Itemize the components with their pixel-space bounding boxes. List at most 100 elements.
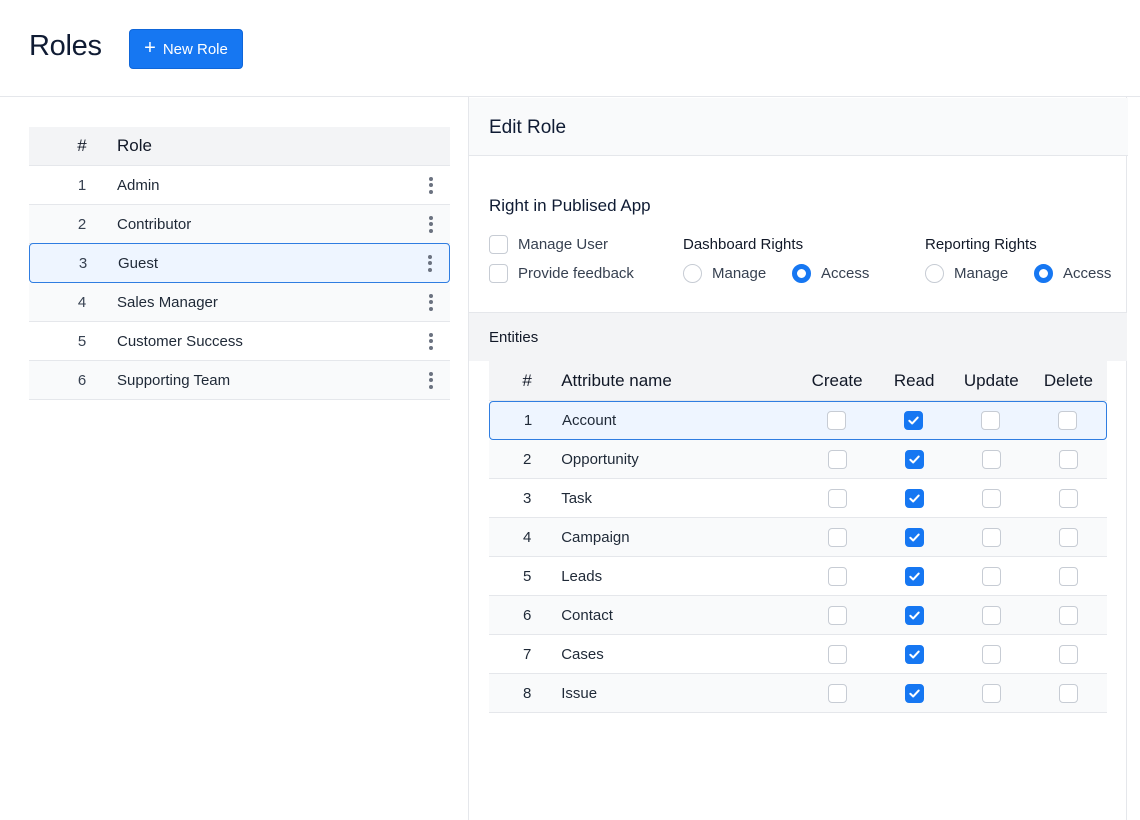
manage-user-label: Manage User <box>518 236 609 253</box>
read-checkbox[interactable] <box>904 527 924 547</box>
column-header-create: Create <box>811 370 863 390</box>
dashboard-access-radio[interactable]: Access <box>792 264 869 283</box>
create-checkbox[interactable] <box>827 411 847 430</box>
reporting-access-label: Access <box>1063 265 1112 282</box>
delete-checkbox[interactable] <box>1058 644 1078 664</box>
entity-row[interactable]: 2 Opportunity <box>489 440 1107 479</box>
entity-row[interactable]: 5 Leads <box>489 557 1107 596</box>
read-checkbox[interactable] <box>904 488 924 508</box>
entity-row[interactable]: 4 Campaign <box>489 518 1107 557</box>
role-row[interactable]: 1 Admin <box>29 166 450 205</box>
entities-table-header: # Attribute name Create Read Update Dele… <box>489 361 1107 401</box>
dashboard-rights-label: Dashboard Rights <box>683 236 804 253</box>
delete-checkbox[interactable] <box>1058 683 1078 703</box>
column-header-number: # <box>77 136 87 155</box>
create-checkbox[interactable] <box>827 644 847 664</box>
delete-checkbox[interactable] <box>1058 488 1078 508</box>
provide-feedback-checkbox[interactable]: Provide feedback <box>489 264 634 283</box>
delete-checkbox[interactable] <box>1058 527 1078 547</box>
new-role-label: New Role <box>162 40 228 58</box>
entity-number: 8 <box>522 684 532 702</box>
entity-number: 6 <box>522 606 532 624</box>
role-name: Supporting Team <box>117 371 231 389</box>
radio-off-icon <box>925 264 944 283</box>
more-options-icon[interactable] <box>421 175 441 195</box>
panel-right-border <box>1126 97 1127 820</box>
entity-number: 2 <box>522 450 532 468</box>
reporting-manage-radio[interactable]: Manage <box>925 264 1008 283</box>
more-options-icon[interactable] <box>421 370 441 390</box>
entity-row[interactable]: 7 Cases <box>489 635 1107 674</box>
role-row[interactable]: 2 Contributor <box>29 205 450 244</box>
update-checkbox[interactable] <box>981 683 1001 703</box>
delete-checkbox[interactable] <box>1058 605 1078 625</box>
entity-number: 3 <box>522 489 532 507</box>
new-role-button[interactable]: + New Role <box>129 29 243 69</box>
update-checkbox[interactable] <box>981 411 1001 430</box>
role-number: 6 <box>77 371 87 389</box>
role-name: Contributor <box>117 215 192 233</box>
entity-number: 1 <box>523 412 533 429</box>
entity-name: Issue <box>561 684 598 702</box>
more-options-icon[interactable] <box>421 214 441 234</box>
more-options-icon[interactable] <box>421 292 441 312</box>
update-checkbox[interactable] <box>981 449 1001 469</box>
role-number: 5 <box>77 332 87 350</box>
delete-checkbox[interactable] <box>1058 411 1078 430</box>
plus-icon: + <box>144 37 156 59</box>
read-checkbox[interactable] <box>904 605 924 625</box>
entity-name: Cases <box>561 645 604 663</box>
more-options-icon[interactable] <box>420 253 440 273</box>
column-header-number: # <box>522 370 532 390</box>
entity-row[interactable]: 1 Account <box>489 401 1107 440</box>
column-header-delete: Delete <box>1043 370 1094 390</box>
entity-row[interactable]: 8 Issue <box>489 674 1107 713</box>
radio-on-icon <box>1034 264 1053 283</box>
role-row[interactable]: 5 Customer Success <box>29 322 450 361</box>
dashboard-manage-label: Manage <box>712 265 767 282</box>
role-number: 4 <box>77 293 87 311</box>
update-checkbox[interactable] <box>981 527 1001 547</box>
role-row[interactable]: 6 Supporting Team <box>29 361 450 400</box>
create-checkbox[interactable] <box>827 566 847 586</box>
read-checkbox[interactable] <box>904 683 924 703</box>
role-name: Guest <box>118 254 159 272</box>
update-checkbox[interactable] <box>981 605 1001 625</box>
create-checkbox[interactable] <box>827 527 847 547</box>
update-checkbox[interactable] <box>981 644 1001 664</box>
entity-name: Account <box>562 412 617 429</box>
entities-section-bar: Entities <box>469 312 1127 361</box>
create-checkbox[interactable] <box>827 605 847 625</box>
entities-title: Entities <box>489 329 539 346</box>
read-checkbox[interactable] <box>904 449 924 469</box>
read-checkbox[interactable] <box>904 566 924 586</box>
dashboard-access-label: Access <box>821 265 870 282</box>
more-options-icon[interactable] <box>421 331 441 351</box>
create-checkbox[interactable] <box>827 449 847 469</box>
update-checkbox[interactable] <box>981 488 1001 508</box>
delete-checkbox[interactable] <box>1058 449 1078 469</box>
column-header-role: Role <box>117 136 152 155</box>
update-checkbox[interactable] <box>981 566 1001 586</box>
read-checkbox[interactable] <box>904 644 924 664</box>
entity-name: Leads <box>561 567 603 585</box>
entity-row[interactable]: 3 Task <box>489 479 1107 518</box>
create-checkbox[interactable] <box>827 683 847 703</box>
roles-table-header: # Role <box>29 127 450 166</box>
role-name: Customer Success <box>117 332 243 350</box>
checkbox-icon <box>489 235 508 254</box>
manage-user-checkbox[interactable]: Manage User <box>489 235 608 254</box>
panel-divider <box>468 97 469 820</box>
delete-checkbox[interactable] <box>1058 566 1078 586</box>
read-checkbox[interactable] <box>904 411 924 430</box>
dashboard-manage-radio[interactable]: Manage <box>683 264 766 283</box>
role-row[interactable]: 3 Guest <box>29 243 450 283</box>
entity-number: 4 <box>522 528 532 546</box>
reporting-access-radio[interactable]: Access <box>1034 264 1111 283</box>
create-checkbox[interactable] <box>827 488 847 508</box>
roles-table: # Role 1 Admin 2 Contributor 3 Guest 4 Sales Ma… <box>29 127 450 400</box>
role-row[interactable]: 4 Sales Manager <box>29 283 450 322</box>
radio-on-icon <box>792 264 811 283</box>
entity-row[interactable]: 6 Contact <box>489 596 1107 635</box>
radio-off-icon <box>683 264 702 283</box>
